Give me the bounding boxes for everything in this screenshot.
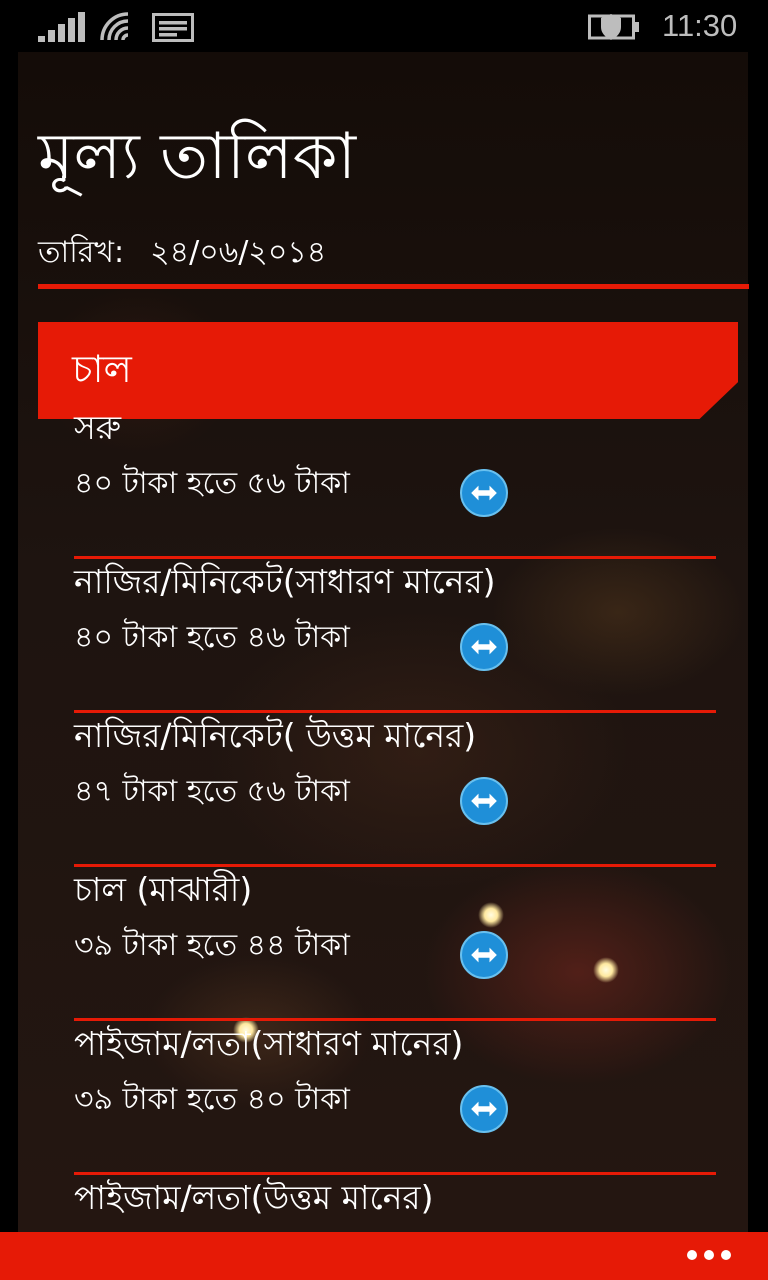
wifi-icon: [100, 12, 129, 41]
item-price: ৪০ টাকা হতে ৪৬ টাকা: [74, 620, 350, 655]
item-name: সরু: [74, 408, 122, 447]
swap-arrows-icon[interactable]: [460, 469, 508, 517]
swap-arrows-icon[interactable]: [460, 931, 508, 979]
category-title: চাল: [72, 347, 132, 391]
clock: 11:30: [662, 8, 738, 43]
date-row: তারিখ: ২৪/০৬/২০১৪: [38, 228, 326, 279]
swap-arrows-icon[interactable]: [460, 1085, 508, 1133]
ellipsis-icon[interactable]: [686, 1245, 732, 1265]
status-bar: 11:30: [0, 0, 768, 52]
item-name: নাজির/মিনিকেট(সাধারণ মানের): [74, 562, 496, 601]
item-name: পাইজাম/লতা(উত্তম মানের): [74, 1178, 434, 1217]
list-item[interactable]: নাজির/মিনিকেট( উত্তম মানের) ৪৭ টাকা হতে …: [74, 713, 716, 867]
item-price: ৩৯ টাকা হতে ৪০ টাকা: [74, 1082, 350, 1117]
swap-arrows-icon[interactable]: [460, 623, 508, 671]
swap-arrows-icon[interactable]: [460, 777, 508, 825]
battery-saver-icon: [588, 14, 639, 40]
item-price: ৪৭ টাকা হতে ৫৬ টাকা: [74, 774, 350, 809]
signal-icon: [38, 12, 85, 42]
list-item[interactable]: পাইজাম/লতা(উত্তম মানের): [74, 1175, 716, 1232]
list-item[interactable]: নাজির/মিনিকেট(সাধারণ মানের) ৪০ টাকা হতে …: [74, 559, 716, 713]
item-price: ৪০ টাকা হতে ৫৬ টাকা: [74, 466, 350, 501]
list-item[interactable]: পাইজাম/লতা(সাধারণ মানের) ৩৯ টাকা হতে ৪০ …: [74, 1021, 716, 1175]
list-item[interactable]: চাল (মাঝারী) ৩৯ টাকা হতে ৪৪ টাকা: [74, 867, 716, 1021]
page-title: মূল্য তালিকা: [38, 120, 357, 194]
item-price: ৩৯ টাকা হতে ৪৪ টাকা: [74, 928, 350, 963]
header-divider: [38, 284, 749, 289]
app-bar: [0, 1232, 768, 1280]
list-item[interactable]: সরু ৪০ টাকা হতে ৫৬ টাকা: [74, 405, 716, 559]
item-name: নাজির/মিনিকেট( উত্তম মানের): [74, 716, 477, 755]
item-name: পাইজাম/লতা(সাধারণ মানের): [74, 1024, 464, 1063]
date-value: ২৪/০৬/২০১৪: [150, 235, 327, 270]
item-name: চাল (মাঝারী): [74, 870, 253, 909]
date-label: তারিখ:: [38, 235, 125, 270]
message-icon: [152, 13, 194, 42]
